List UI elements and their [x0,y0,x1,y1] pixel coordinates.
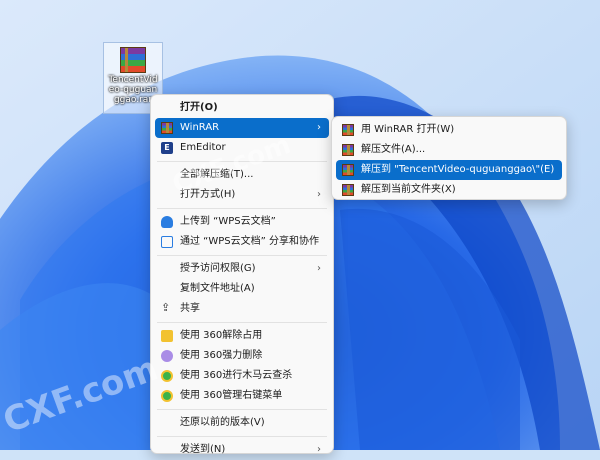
winrar-submenu: 用 WinRAR 打开(W) 解压文件(A)... 解压到 "TencentVi… [331,116,567,200]
menu-item-emeditor[interactable]: E EmEditor [155,138,329,158]
submenu-item-open-with-winrar[interactable]: 用 WinRAR 打开(W) [336,120,562,140]
menu-separator [157,161,327,162]
share-icon: ⇪ [161,301,171,314]
submenu-item-extract-here[interactable]: 解压到当前文件夹(X) [336,180,562,200]
chevron-right-icon: › [317,122,321,133]
share-collab-icon [161,236,173,248]
submenu-item-label: 解压文件(A)... [361,144,426,155]
menu-item-label: 使用 360强力删除 [180,350,263,361]
menu-item-send-to[interactable]: 发送到(N) › [155,440,329,460]
menu-item-label: 授予访问权限(G) [180,263,256,274]
menu-item-label: 打开(O) [180,102,218,113]
menu-item-label: 共享 [180,303,200,314]
winrar-icon [342,124,354,136]
winrar-icon [342,184,354,196]
menu-item-extract-all[interactable]: 全部解压缩(T)... [155,165,329,185]
menu-item-label: WinRAR [180,122,220,133]
menu-item-winrar[interactable]: WinRAR › [155,118,329,138]
chevron-right-icon: › [317,189,321,200]
menu-item-open[interactable]: 打开(O) [155,98,329,118]
menu-item-grant-access[interactable]: 授予访问权限(G) › [155,259,329,279]
cloud-upload-icon [161,216,173,228]
manage-360-icon [161,390,173,402]
menu-item-360-trojan-scan[interactable]: 使用 360进行木马云查杀 [155,366,329,386]
menu-item-open-with[interactable]: 打开方式(H) › [155,185,329,205]
menu-item-copy-path[interactable]: 复制文件地址(A) [155,279,329,299]
menu-separator [157,255,327,256]
winrar-archive-icon [120,47,146,73]
menu-item-label: 复制文件地址(A) [180,283,255,294]
unlock-360-icon [161,330,173,342]
menu-item-share-wps[interactable]: 通过 “WPS云文档” 分享和协作 [155,232,329,252]
submenu-item-extract-to-folder[interactable]: 解压到 "TencentVideo-quguanggao\"(E) [336,160,562,180]
submenu-item-label: 解压到当前文件夹(X) [361,184,456,195]
context-menu: 打开(O) WinRAR › E EmEditor 全部解压缩(T)... 打开… [150,94,334,455]
menu-separator [157,208,327,209]
emeditor-icon: E [161,142,173,154]
menu-item-label: 还原以前的版本(V) [180,417,265,428]
menu-item-360-force-delete[interactable]: 使用 360强力删除 [155,346,329,366]
menu-item-share[interactable]: ⇪ 共享 [155,299,329,319]
menu-item-360-manage-menu[interactable]: 使用 360管理右键菜单 [155,386,329,406]
winrar-icon [342,164,354,176]
menu-item-label: 通过 “WPS云文档” 分享和协作 [180,236,319,247]
menu-item-360-unlock[interactable]: 使用 360解除占用 [155,326,329,346]
winrar-icon [342,144,354,156]
menu-item-upload-wps[interactable]: 上传到 “WPS云文档” [155,212,329,232]
menu-item-label: 上传到 “WPS云文档” [180,216,276,227]
chevron-right-icon: › [317,444,321,455]
menu-item-label: EmEditor [180,142,226,153]
menu-item-label: 使用 360管理右键菜单 [180,390,283,401]
chevron-right-icon: › [317,263,321,274]
submenu-item-label: 用 WinRAR 打开(W) [361,124,455,135]
menu-item-label: 打开方式(H) [180,189,236,200]
menu-separator [157,436,327,437]
submenu-item-extract-files[interactable]: 解压文件(A)... [336,140,562,160]
force-delete-360-icon [161,350,173,362]
submenu-item-label: 解压到 "TencentVideo-quguanggao\"(E) [361,164,555,175]
menu-item-restore-previous[interactable]: 还原以前的版本(V) [155,413,329,433]
menu-item-label: 使用 360进行木马云查杀 [180,370,293,381]
menu-separator [157,409,327,410]
winrar-icon [161,122,173,134]
menu-separator [157,322,327,323]
menu-item-label: 全部解压缩(T)... [180,169,254,180]
menu-item-label: 使用 360解除占用 [180,330,263,341]
scan-360-icon [161,370,173,382]
